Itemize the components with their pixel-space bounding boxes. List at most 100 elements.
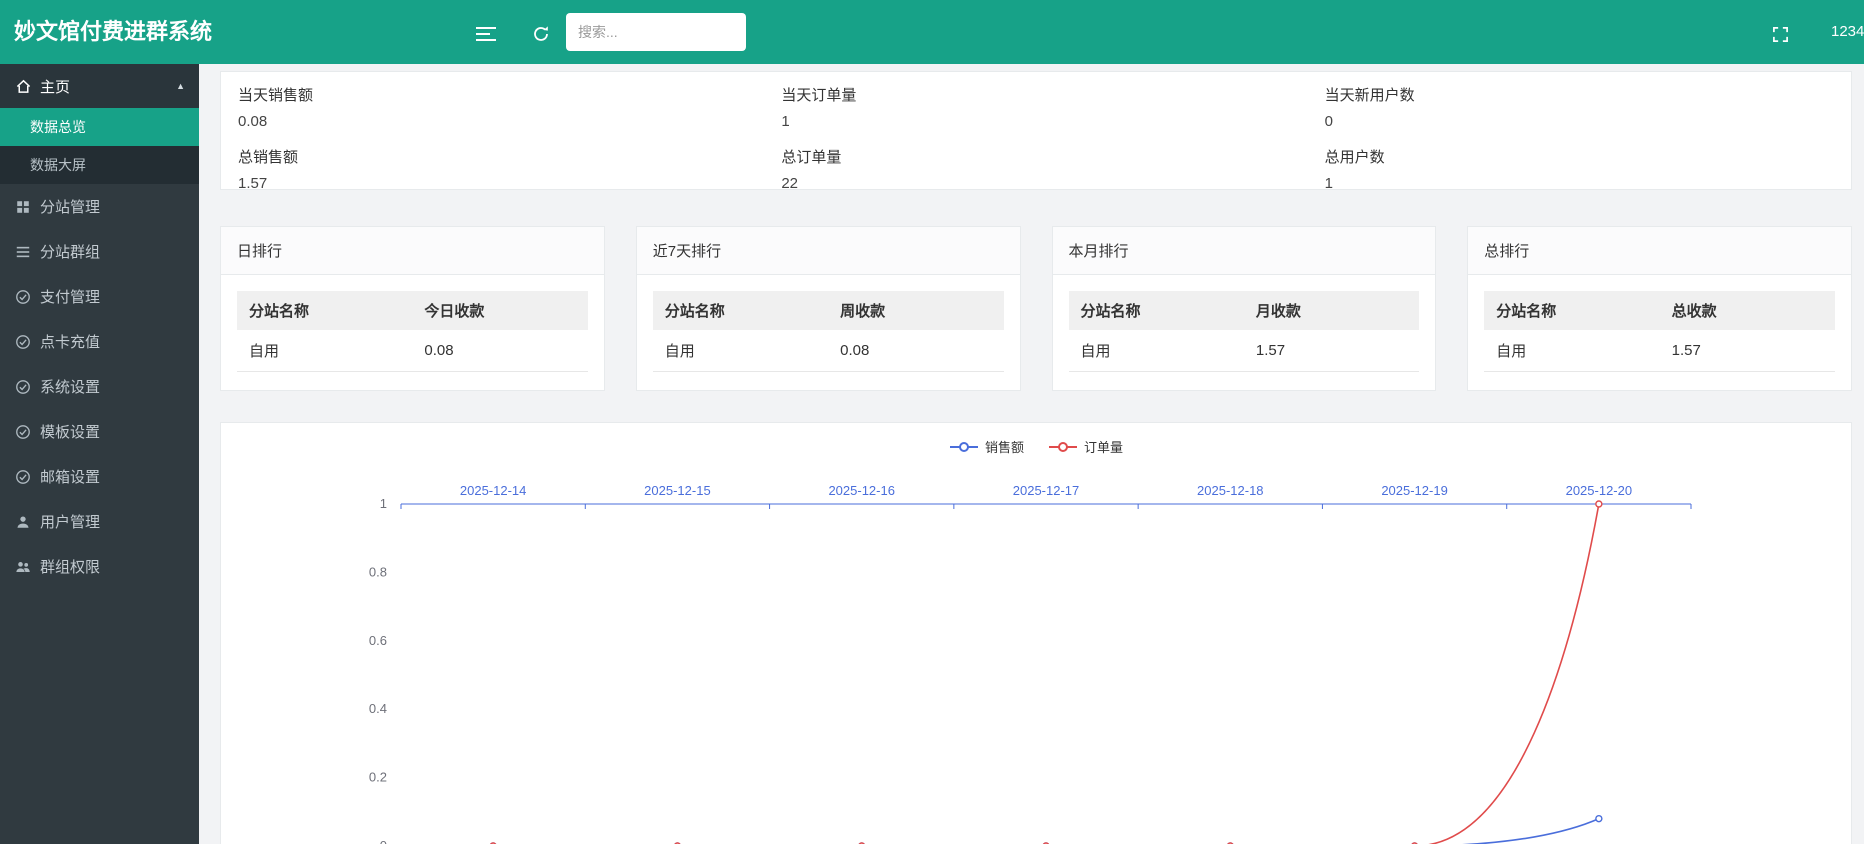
sidebar-item-label: 主页 — [40, 76, 70, 97]
table-cell: 1.57 — [1244, 330, 1419, 372]
legend-item[interactable]: 订单量 — [1048, 437, 1123, 456]
stat-label: 当天订单量 — [781, 84, 1290, 105]
legend-line-icon — [949, 440, 979, 454]
sidebar-subitem-label: 数据大屏 — [30, 157, 86, 173]
table-row: 自用1.57 — [1484, 330, 1835, 372]
stat-value: 1 — [781, 113, 1290, 130]
stat-label: 总销售额 — [238, 146, 747, 167]
ranking-table: 分站名称月收款自用1.57 — [1069, 291, 1420, 372]
stat-value: 0.08 — [238, 113, 747, 130]
sidebar-subitem-label: 数据总览 — [30, 119, 86, 135]
fullscreen-icon — [1772, 31, 1789, 46]
sidebar: 主页 ▲ 数据总览数据大屏 分站管理分站群组支付管理点卡充值系统设置模板设置邮箱… — [0, 64, 199, 844]
sidebar-item[interactable]: 系统设置 — [0, 364, 199, 409]
ranking-card: 总排行分站名称总收款自用1.57 — [1467, 226, 1852, 391]
ranking-table: 分站名称周收款自用0.08 — [653, 291, 1004, 372]
stat-cell: 总用户数 1 — [1308, 134, 1851, 196]
sidebar-item[interactable]: 模板设置 — [0, 409, 199, 454]
sidebar-item-label: 模板设置 — [40, 421, 100, 442]
sidebar-submenu: 数据总览数据大屏 — [0, 108, 199, 184]
check-circle-icon — [14, 423, 32, 441]
check-circle-icon — [14, 333, 32, 351]
ranking-column-header: 分站名称 — [237, 291, 412, 330]
table-cell: 0.08 — [828, 330, 1003, 372]
svg-text:0: 0 — [380, 838, 387, 844]
list-icon — [14, 243, 32, 261]
ranking-table: 分站名称总收款自用1.57 — [1484, 291, 1835, 372]
stat-label: 当天销售额 — [238, 84, 747, 105]
rankings-row: 日排行分站名称今日收款自用0.08近7天排行分站名称周收款自用0.08本月排行分… — [220, 226, 1852, 391]
sidebar-item[interactable]: 分站管理 — [0, 184, 199, 229]
sidebar-menu: 分站管理分站群组支付管理点卡充值系统设置模板设置邮箱设置用户管理群组权限 — [0, 184, 199, 589]
stat-label: 当天新用户数 — [1325, 84, 1834, 105]
legend-item[interactable]: 销售额 — [949, 437, 1024, 456]
svg-text:2025-12-14: 2025-12-14 — [460, 483, 526, 498]
sidebar-item[interactable]: 点卡充值 — [0, 319, 199, 364]
ranking-column-header: 总收款 — [1660, 291, 1835, 330]
sidebar-item[interactable]: 群组权限 — [0, 544, 199, 589]
ranking-card-title: 总排行 — [1468, 227, 1851, 275]
sidebar-item-home[interactable]: 主页 ▲ — [0, 64, 199, 108]
table-cell: 自用 — [653, 330, 828, 372]
ranking-card: 日排行分站名称今日收款自用0.08 — [220, 226, 605, 391]
username[interactable]: 12345 — [1831, 0, 1864, 64]
table-cell: 0.08 — [412, 330, 587, 372]
svg-text:2025-12-18: 2025-12-18 — [1197, 483, 1264, 498]
svg-text:2025-12-20: 2025-12-20 — [1566, 483, 1633, 498]
check-circle-icon — [14, 288, 32, 306]
header: 妙文馆付费进群系统 12345 — [0, 0, 1864, 64]
home-icon — [14, 77, 32, 95]
ranking-card-title: 近7天排行 — [637, 227, 1020, 275]
line-chart-svg: 00.20.40.60.812025-12-142025-12-142025-1… — [221, 423, 1851, 844]
stat-cell: 总销售额1.57 — [221, 134, 764, 196]
sidebar-item[interactable]: 邮箱设置 — [0, 454, 199, 499]
ranking-card-title: 日排行 — [221, 227, 604, 275]
svg-text:0.6: 0.6 — [369, 633, 387, 648]
chart-panel: 销售额订单量 00.20.40.60.812025-12-142025-12-1… — [220, 422, 1852, 844]
sidebar-item[interactable]: 分站群组 — [0, 229, 199, 274]
svg-text:2025-12-16: 2025-12-16 — [828, 483, 895, 498]
check-circle-icon — [14, 378, 32, 396]
sidebar-item-label: 分站管理 — [40, 196, 100, 217]
stat-cell: 总订单量22 — [764, 134, 1307, 196]
table-cell: 自用 — [1484, 330, 1659, 372]
sidebar-item-label: 用户管理 — [40, 511, 100, 532]
ranking-table: 分站名称今日收款自用0.08 — [237, 291, 588, 372]
search-input[interactable] — [566, 13, 746, 51]
ranking-card-body: 分站名称月收款自用1.57 — [1053, 275, 1436, 390]
chart-legend: 销售额 订单量 — [221, 437, 1851, 456]
stat-label: 总用户数 — [1325, 146, 1834, 167]
stat-value: 0 — [1325, 113, 1834, 130]
line-chart: 00.20.40.60.812025-12-142025-12-142025-1… — [221, 423, 1851, 844]
sidebar-subitem[interactable]: 数据大屏 — [0, 146, 199, 184]
sidebar-item-label: 系统设置 — [40, 376, 100, 397]
table-row: 自用1.57 — [1069, 330, 1420, 372]
ranking-card-title: 本月排行 — [1053, 227, 1436, 275]
svg-text:2025-12-17: 2025-12-17 — [1013, 483, 1080, 498]
legend-line-icon — [1048, 440, 1078, 454]
ranking-card-body: 分站名称周收款自用0.08 — [637, 275, 1020, 390]
sidebar-item[interactable]: 用户管理 — [0, 499, 199, 544]
menu-toggle-icon — [476, 30, 496, 45]
refresh-button[interactable] — [528, 21, 554, 47]
sidebar-item-label: 分站群组 — [40, 241, 100, 262]
ranking-column-header: 周收款 — [828, 291, 1003, 330]
stat-value: 1 — [1325, 175, 1834, 192]
stats-panel: 当天销售额0.08当天订单量1当天新用户数0总销售额1.57总订单量22总用户数… — [220, 71, 1852, 190]
ranking-column-header: 月收款 — [1244, 291, 1419, 330]
menu-toggle-button[interactable] — [472, 22, 500, 46]
refresh-icon — [532, 31, 550, 46]
stat-cell: 当天新用户数 0 — [1308, 72, 1851, 134]
sidebar-item[interactable]: 支付管理 — [0, 274, 199, 319]
ranking-card-body: 分站名称今日收款自用0.08 — [221, 275, 604, 390]
legend-label: 销售额 — [985, 437, 1024, 456]
table-cell: 自用 — [237, 330, 412, 372]
fullscreen-button[interactable] — [1768, 22, 1793, 47]
sidebar-subitem[interactable]: 数据总览 — [0, 108, 199, 146]
svg-text:2025-12-15: 2025-12-15 — [644, 483, 711, 498]
user-icon — [14, 513, 32, 531]
caret-up-icon: ▲ — [176, 81, 185, 91]
table-row: 自用0.08 — [653, 330, 1004, 372]
app-title: 妙文馆付费进群系统 — [14, 0, 212, 64]
ranking-column-header: 分站名称 — [1484, 291, 1659, 330]
